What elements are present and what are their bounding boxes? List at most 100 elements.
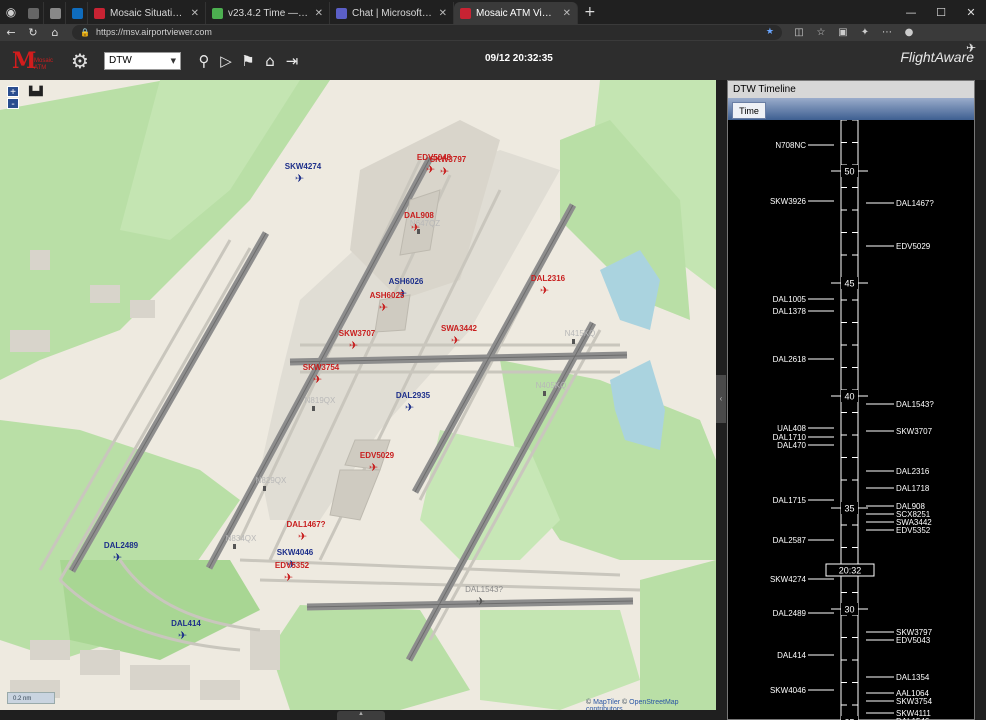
- aircraft-label: EDV5352: [275, 561, 310, 570]
- aircraft-label: SKW4274: [285, 162, 322, 171]
- timeline-flight-left[interactable]: SKW3926: [770, 197, 807, 206]
- timeline-flight-left[interactable]: N708NC: [775, 141, 806, 150]
- home-gate-icon[interactable]: ⌂: [261, 52, 279, 70]
- favorites-icon[interactable]: ☆: [810, 27, 832, 38]
- tab-label: v23.4.2 Time — Timesheet for All: [228, 7, 309, 19]
- timeline-flight-left[interactable]: DAL1005: [773, 295, 807, 304]
- gear-icon[interactable]: ⚙: [68, 49, 92, 73]
- search-icon[interactable]: ⚲: [195, 52, 213, 70]
- clock: 09/12 20:32:35: [485, 53, 553, 64]
- timeline-flight-left[interactable]: DAL2587: [773, 536, 807, 545]
- timeline-flight-left[interactable]: DAL470: [777, 441, 806, 450]
- zoom-in-button[interactable]: +: [7, 86, 19, 98]
- timeline-flight-left[interactable]: DAL2489: [773, 609, 807, 618]
- browser-tab[interactable]: v23.4.2 Time — Timesheet for All ✕: [206, 2, 330, 24]
- copilot-icon[interactable]: ●: [898, 27, 920, 38]
- timeline-flight-left[interactable]: SKW4046: [770, 686, 807, 695]
- airport-select-value: DTW: [109, 55, 132, 66]
- tab-favicon-icon: [212, 7, 223, 19]
- aircraft-icon: ✈: [451, 334, 460, 347]
- close-window-icon[interactable]: ✕: [956, 0, 986, 24]
- back-icon[interactable]: ←: [0, 26, 22, 39]
- tab-label: Chat | Microsoft Teams: [352, 7, 433, 19]
- timeline-tick-label: 35: [844, 504, 854, 514]
- aircraft-label: N834QX: [226, 534, 257, 543]
- browser-tab[interactable]: Chat | Microsoft Teams ✕: [330, 2, 454, 24]
- bottom-panel-handle[interactable]: ▲: [337, 711, 385, 720]
- zoom-controls: + -: [7, 86, 19, 110]
- timeline-canvas[interactable]: 504540353025 20:32 N708NCSKW3926DAL1005D…: [728, 120, 974, 720]
- split-screen-icon[interactable]: ◫: [788, 27, 810, 38]
- exit-icon[interactable]: ⇥: [283, 52, 301, 70]
- location-pin-icon[interactable]: ⚑: [239, 52, 257, 70]
- minimize-icon[interactable]: —: [896, 0, 926, 24]
- panel-collapse-handle[interactable]: ‹: [716, 375, 726, 423]
- profile-icon[interactable]: ◉: [0, 0, 22, 24]
- timeline-flight-right[interactable]: EDV5043: [896, 636, 931, 645]
- zoom-out-button[interactable]: -: [7, 98, 19, 110]
- aircraft-label: SWA3442: [441, 324, 478, 333]
- browser-tab[interactable]: Mosaic ATM Viewer ✕: [454, 2, 578, 24]
- timeline-flight-left[interactable]: DAL1378: [773, 307, 807, 316]
- url-field[interactable]: 🔒 https://msv.airportviewer.com ★: [72, 25, 782, 40]
- timeline-flight-right[interactable]: DAL1467?: [896, 199, 934, 208]
- collections-icon[interactable]: ▣: [832, 27, 854, 38]
- lock-icon: 🔒: [80, 28, 90, 37]
- home-icon[interactable]: ⌂: [44, 26, 66, 39]
- browser-tab[interactable]: Mosaic Situation Viewer | Mosaic ✕: [88, 2, 206, 24]
- app-header: M Mosaic ATM ⚙ DTW ▼ ⚲ ▷ ⚑ ⌂ ⇥ 09/12 20:…: [0, 41, 986, 80]
- playback-icon[interactable]: ▷: [217, 52, 235, 70]
- extensions-icon[interactable]: ✦: [854, 27, 876, 38]
- page-scrollbar[interactable]: [977, 80, 986, 720]
- map-canvas[interactable]: SKW4274✈EDV5048✈SKW3797✈DAL908✈N647QZASH…: [0, 80, 716, 710]
- timeline-flight-right[interactable]: EDV5352: [896, 526, 931, 535]
- parked-aircraft-icon: [233, 544, 236, 549]
- timeline-flight-left[interactable]: DAL414: [777, 651, 806, 660]
- more-icon[interactable]: ⋯: [876, 27, 898, 38]
- aircraft-label: SKW3707: [339, 329, 376, 338]
- airport-map[interactable]: SKW4274 ✈ EDV5048 ✈ SKW3797 ✈ DAL908 ✈ N647QZ ASH…: [0, 80, 716, 710]
- tab-close-icon[interactable]: ✕: [439, 8, 447, 19]
- aircraft-label: SKW3754: [303, 363, 340, 372]
- aircraft-icon: ✈: [540, 284, 549, 297]
- tab-close-icon[interactable]: ✕: [563, 8, 571, 19]
- aircraft-label: EDV5029: [360, 451, 395, 460]
- timeline-flight-left[interactable]: DAL2618: [773, 355, 807, 364]
- timeline-left-flights: N708NC SKW3926 DAL1005 DAL1378 DAL2618 UAL408…: [770, 141, 834, 695]
- browser-tab[interactable]: [22, 2, 44, 24]
- timeline-flight-right[interactable]: DAL1718: [896, 484, 930, 493]
- parked-aircraft-icon: [572, 339, 575, 344]
- maptiler-link[interactable]: MapTiler: [593, 699, 620, 706]
- timeline-flight-left[interactable]: DAL1715: [773, 496, 807, 505]
- aircraft-icon: ✈: [178, 629, 187, 642]
- tab-strip: Mosaic Situation Viewer | Mosaic✕v23.4.2…: [22, 0, 578, 24]
- timeline-flight-right[interactable]: DAL1543?: [896, 400, 934, 409]
- refresh-icon[interactable]: ↻: [22, 26, 44, 39]
- timeline-right-flights: DAL1467? EDV5029 DAL1543? SKW3707 DAL2316 DAL…: [866, 199, 934, 720]
- new-tab-button[interactable]: +: [584, 4, 596, 20]
- parked-aircraft-icon: [417, 229, 420, 234]
- browser-tab[interactable]: [66, 2, 88, 24]
- aircraft-icon: ✈: [476, 595, 485, 608]
- timeline-flight-left[interactable]: SKW4274: [770, 575, 807, 584]
- maximize-icon[interactable]: ☐: [926, 0, 956, 24]
- histogram-icon[interactable]: ▙▟: [29, 86, 43, 96]
- aircraft-label: DAL2316: [531, 274, 566, 283]
- timeline-panel: DTW Timeline Time 504540353025 20:32 N70…: [727, 80, 975, 720]
- browser-tab-bar: ◉ Mosaic Situation Viewer | Mosaic✕v23.4…: [0, 0, 986, 24]
- address-bar-row: ← ↻ ⌂ 🔒 https://msv.airportviewer.com ★ …: [0, 24, 986, 41]
- tab-close-icon[interactable]: ✕: [315, 8, 323, 19]
- aircraft-label: N829QX: [256, 476, 287, 485]
- favorite-star-icon[interactable]: ★: [766, 25, 774, 40]
- timeline-flight-right[interactable]: SKW3754: [896, 697, 933, 706]
- browser-tab[interactable]: [44, 2, 66, 24]
- timeline-flight-right[interactable]: DAL1354: [896, 673, 930, 682]
- aircraft-label: N405KQ: [536, 381, 567, 390]
- timeline-flight-right[interactable]: EDV5029: [896, 242, 931, 251]
- timeline-flight-right[interactable]: DAL2316: [896, 467, 930, 476]
- airport-select[interactable]: DTW ▼: [104, 51, 181, 70]
- tab-close-icon[interactable]: ✕: [191, 8, 199, 19]
- timeline-flight-left[interactable]: UAL408: [777, 424, 806, 433]
- timeline-flight-right[interactable]: SKW3707: [896, 427, 933, 436]
- tab-time[interactable]: Time: [732, 102, 766, 119]
